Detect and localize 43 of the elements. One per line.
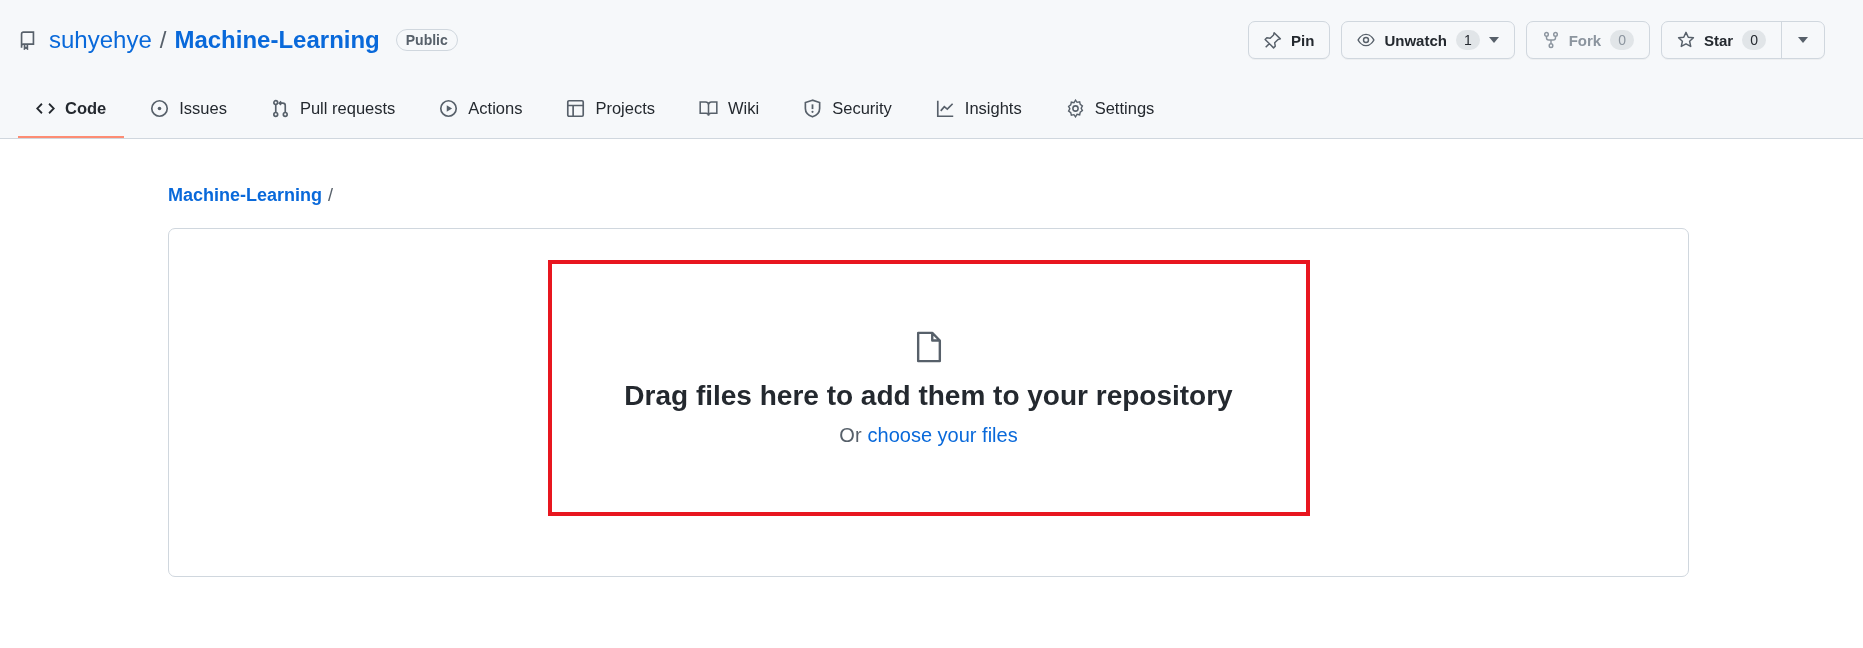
star-button[interactable]: Star 0 xyxy=(1662,22,1781,58)
choose-files-link[interactable]: choose your files xyxy=(867,424,1018,447)
book-icon xyxy=(699,98,719,118)
caret-icon xyxy=(1488,37,1499,43)
counter: 1 xyxy=(1455,30,1480,50)
counter: 0 xyxy=(1742,30,1766,50)
gear-icon xyxy=(1065,98,1085,118)
shield-icon xyxy=(803,98,823,118)
tab[interactable]: Settings xyxy=(1047,80,1173,138)
counter: 0 xyxy=(1610,30,1634,50)
line-graph-icon xyxy=(935,98,955,118)
pin-icon xyxy=(1264,31,1283,49)
repo-icon xyxy=(18,30,37,50)
tab[interactable]: Code xyxy=(18,80,125,138)
file-icon xyxy=(915,330,942,364)
tab[interactable]: Projects xyxy=(548,80,674,138)
button-label: Star xyxy=(1704,31,1734,49)
play-circle-icon xyxy=(439,98,459,118)
tab[interactable]: Issues xyxy=(132,80,245,138)
table-icon xyxy=(566,98,586,118)
breadcrumb-separator: / xyxy=(328,185,334,206)
tab[interactable]: Actions xyxy=(421,80,541,138)
star-icon xyxy=(1677,31,1695,49)
tab[interactable]: Pull requests xyxy=(252,80,414,138)
dropzone-prefix: Or xyxy=(839,424,862,447)
button-label: Fork xyxy=(1568,31,1602,49)
repo-name-link[interactable]: Machine-Learning xyxy=(174,26,380,54)
button-label: Pin xyxy=(1291,31,1315,49)
eye-icon xyxy=(1357,31,1376,49)
circle-dot-icon xyxy=(150,98,170,118)
caret-icon xyxy=(1798,37,1808,43)
dropzone-heading: Drag files here to add them to your repository xyxy=(624,380,1233,412)
watch-button[interactable]: Unwatch 1 xyxy=(1342,22,1514,58)
pin-button[interactable]: Pin xyxy=(1249,22,1330,58)
pull-request-icon xyxy=(270,98,290,118)
button-label: Unwatch xyxy=(1384,31,1447,49)
tab[interactable]: Insights xyxy=(917,80,1040,138)
tab[interactable]: Security xyxy=(785,80,910,138)
fork-icon xyxy=(1541,31,1560,49)
breadcrumb-link[interactable]: Machine-Learning xyxy=(168,185,323,206)
tab[interactable]: Wiki xyxy=(681,80,778,138)
owner-link[interactable]: suhyehye xyxy=(49,26,152,54)
path-separator: / xyxy=(159,26,167,54)
